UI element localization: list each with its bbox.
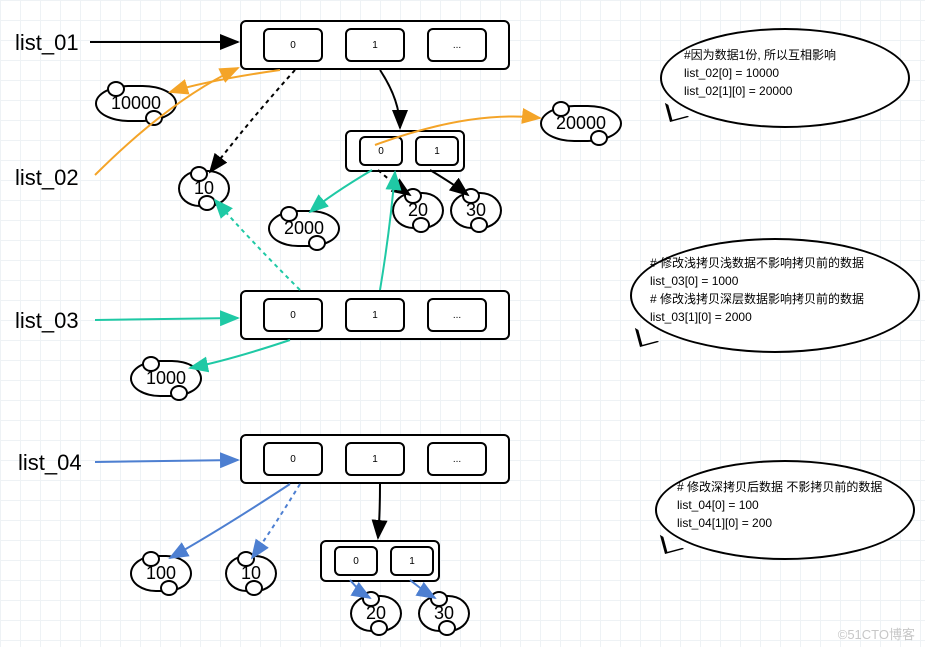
speech2-line1: # 修改浅拷贝浅数据不影响拷贝前的数据 xyxy=(650,254,900,272)
speech3-line2: list_04[0] = 100 xyxy=(677,496,893,514)
cell-l3-0: 0 xyxy=(263,298,323,332)
cloud-30a: 30 xyxy=(450,192,502,229)
cloud-20000: 20000 xyxy=(540,105,622,142)
speech2-line3: # 修改浅拷贝深层数据影响拷贝前的数据 xyxy=(650,290,900,308)
speech1-line2: list_02[0] = 10000 xyxy=(684,64,886,82)
speech3-line1: # 修改深拷贝后数据 不影拷贝前的数据 xyxy=(677,478,893,496)
listbox-sub4: 0 1 xyxy=(320,540,440,582)
listbox-l4: 0 1 ... xyxy=(240,434,510,484)
label-list01: list_01 xyxy=(15,30,79,56)
cloud-1000: 1000 xyxy=(130,360,202,397)
cell-l3-1: 1 xyxy=(345,298,405,332)
cell-top-0: 0 xyxy=(263,28,323,62)
cloud-100: 100 xyxy=(130,555,192,592)
label-list04: list_04 xyxy=(18,450,82,476)
cell-l3-2: ... xyxy=(427,298,487,332)
speech2-line4: list_03[1][0] = 2000 xyxy=(650,308,900,326)
cell-l4-2: ... xyxy=(427,442,487,476)
speech1-line3: list_02[1][0] = 20000 xyxy=(684,82,886,100)
speech-list04: # 修改深拷贝后数据 不影拷贝前的数据 list_04[0] = 100 lis… xyxy=(655,460,915,560)
cell-sub4-0: 0 xyxy=(334,546,378,576)
cell-l4-1: 1 xyxy=(345,442,405,476)
listbox-top: 0 1 ... xyxy=(240,20,510,70)
speech1-line1: #因为数据1份, 所以互相影响 xyxy=(684,46,886,64)
watermark: ©51CTO博客 xyxy=(838,624,915,643)
speech3-line3: list_04[1][0] = 200 xyxy=(677,514,893,532)
listbox-l3: 0 1 ... xyxy=(240,290,510,340)
cell-sub1-0: 0 xyxy=(359,136,403,166)
cloud-10b: 10 xyxy=(225,555,277,592)
cell-top-1: 1 xyxy=(345,28,405,62)
cloud-30b: 30 xyxy=(418,595,470,632)
label-list03: list_03 xyxy=(15,308,79,334)
cloud-20b: 20 xyxy=(350,595,402,632)
speech-list02: #因为数据1份, 所以互相影响 list_02[0] = 10000 list_… xyxy=(660,28,910,128)
cloud-10000: 10000 xyxy=(95,85,177,122)
speech2-line2: list_03[0] = 1000 xyxy=(650,272,900,290)
cell-top-2: ... xyxy=(427,28,487,62)
speech-list03: # 修改浅拷贝浅数据不影响拷贝前的数据 list_03[0] = 1000 # … xyxy=(630,238,920,353)
cell-l4-0: 0 xyxy=(263,442,323,476)
cloud-2000: 2000 xyxy=(268,210,340,247)
listbox-sub1: 0 1 xyxy=(345,130,465,172)
cloud-20a: 20 xyxy=(392,192,444,229)
cell-sub1-1: 1 xyxy=(415,136,459,166)
cloud-10a: 10 xyxy=(178,170,230,207)
cell-sub4-1: 1 xyxy=(390,546,434,576)
label-list02: list_02 xyxy=(15,165,79,191)
